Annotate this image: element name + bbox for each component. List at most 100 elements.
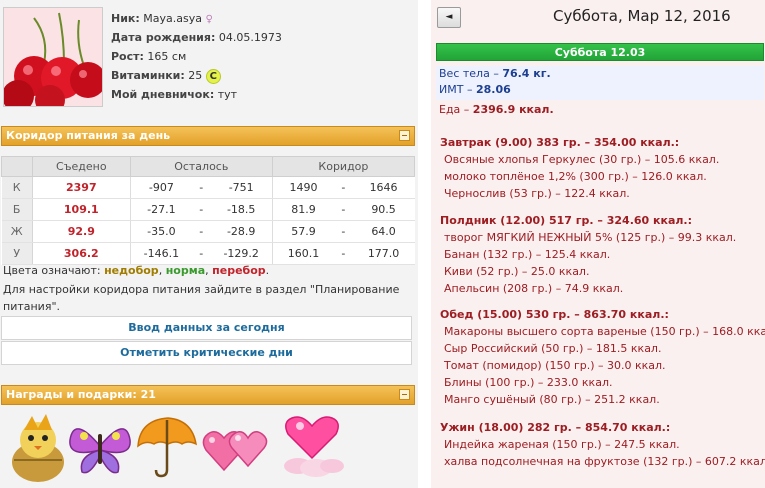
range-dash: - — [192, 198, 211, 221]
height-row: Рост: 165 см — [111, 47, 282, 66]
corridor-max-value: 64.0 — [352, 220, 415, 243]
settings-hint: Для настройки коридора питания зайдите в… — [3, 283, 400, 313]
list-item: Макароны высшего сорта вареные (150 гр.)… — [444, 325, 765, 338]
range-dash: - — [334, 198, 353, 221]
cherries-avatar-icon[interactable] — [3, 7, 103, 107]
corridor-max-value: 90.5 — [352, 198, 415, 221]
list-item: халва подсолнечная на фруктозе (132 гр.)… — [444, 455, 765, 468]
meal-header: Завтрак (9.00) 383 гр. – 354.00 ккал.: — [440, 136, 680, 149]
table-row: Ж 92.9 -35.0 - -28.9 57.9 - 64.0 — [1, 220, 415, 243]
corridor-table: Съедено Осталось Коридор К 2397 -907 - -… — [1, 156, 416, 265]
legend-prefix: Цвета означают: — [3, 264, 101, 277]
list-item: Томат (помидор) (150 гр.) – 30.0 ккал. — [444, 359, 666, 372]
rewards-panel-header[interactable]: Награды и подарки: 21 — [1, 385, 415, 405]
bmi-label: ИМТ — [439, 83, 464, 96]
bmi-dash: – — [466, 83, 473, 96]
bmi-row: ИМТ – 28.06 — [439, 82, 764, 98]
nick-label: Ник: — [111, 12, 140, 25]
meal-dinner: Ужин (18.00) 282 гр. – 854.70 ккал.: Инд… — [440, 419, 765, 470]
corridor-max-value: 1646 — [352, 176, 415, 199]
profile-block: Ник: Maya.asya ♀ Дата рождения: 04.05.19… — [0, 0, 418, 118]
weight-dash: – — [493, 67, 499, 80]
table-row: У 306.2 -146.1 - -129.2 160.1 - 177.0 — [1, 242, 415, 265]
legend-over: перебор — [212, 264, 266, 277]
corridor-min-value: 81.9 — [271, 198, 335, 221]
prev-day-button[interactable]: ◄ — [437, 7, 461, 28]
day-title: Суббота, Мар 12, 2016 — [553, 7, 731, 25]
body-stats: Вес тела – 76.4 кг. ИМТ – 28.06 — [436, 66, 764, 100]
mark-critical-days-button[interactable]: Отметить критические дни — [1, 341, 412, 365]
height-label: Рост: — [111, 50, 144, 63]
list-item: Индейка жареная (150 гр.) – 247.5 ккал. — [444, 438, 680, 451]
heart-cloud-icon[interactable] — [276, 410, 348, 482]
table-row: Б 109.1 -27.1 - -18.5 81.9 - 90.5 — [1, 198, 415, 221]
list-item: молоко топлёное 1,2% (300 гр.) – 126.0 к… — [444, 170, 707, 183]
corridor-panel-title: Коридор питания за день — [6, 129, 171, 142]
nick-row: Ник: Maya.asya ♀ — [111, 9, 282, 28]
legend-under: недобор — [104, 264, 159, 277]
diary-link[interactable]: тут — [218, 88, 237, 101]
list-item: Апельсин (208 гр.) – 74.9 ккал. — [444, 282, 624, 295]
color-legend: Цвета означают: недобор, норма, перебор. — [3, 264, 269, 277]
two-hearts-icon[interactable] — [200, 410, 272, 482]
corridor-min-value: 57.9 — [271, 220, 335, 243]
range-dash: - — [334, 176, 353, 199]
list-item: Чернослив (53 гр.) – 122.4 ккал. — [444, 187, 630, 200]
vitamin-c-icon[interactable]: C — [205, 68, 221, 84]
weight-value: 76.4 кг. — [502, 67, 551, 80]
gifts-row — [0, 404, 418, 488]
eaten-value: 109.1 — [32, 198, 131, 221]
weight-row: Вес тела – 76.4 кг. — [439, 66, 764, 82]
list-item: Блины (100 гр.) – 233.0 ккал. — [444, 376, 613, 389]
row-label: К — [1, 176, 33, 199]
corridor-max-value: 177.0 — [352, 242, 415, 265]
left-max-value: -751 — [210, 176, 273, 199]
food-label: Еда – — [439, 103, 470, 116]
left-min-value: -907 — [130, 176, 192, 199]
range-dash: - — [334, 242, 353, 265]
header-corridor: Коридор — [271, 156, 416, 177]
legend-comma: , — [158, 264, 163, 277]
left-column: Ник: Maya.asya ♀ Дата рождения: 04.05.19… — [0, 0, 418, 488]
meal-header: Ужин (18.00) 282 гр. – 854.70 ккал.: — [440, 421, 671, 434]
row-label: Б — [1, 198, 33, 221]
list-item: Овсяные хлопья Геркулес (30 гр.) – 105.6… — [444, 153, 720, 166]
meal-header: Полдник (12.00) 517 гр. – 324.60 ккал.: — [440, 214, 693, 227]
table-row: К 2397 -907 - -751 1490 - 1646 — [1, 176, 415, 199]
food-value: 2396.9 ккал. — [472, 103, 554, 116]
diary-label: Мой дневничок: — [111, 88, 215, 101]
umbrella-icon[interactable] — [130, 410, 202, 482]
food-total: Еда – 2396.9 ккал. — [439, 103, 554, 116]
list-item: творог МЯГКИЙ НЕЖНЫЙ 5% (125 гр.) – 99.3… — [444, 231, 737, 244]
eaten-value: 306.2 — [32, 242, 131, 265]
list-item: Банан (132 гр.) – 125.4 ккал. — [444, 248, 611, 261]
left-max-value: -28.9 — [210, 220, 273, 243]
meal-breakfast: Завтрак (9.00) 383 гр. – 354.00 ккал.: О… — [440, 134, 760, 202]
left-min-value: -35.0 — [130, 220, 192, 243]
birth-label: Дата рождения: — [111, 31, 216, 44]
rewards-collapse-icon[interactable] — [399, 389, 410, 400]
profile-fields: Ник: Maya.asya ♀ Дата рождения: 04.05.19… — [111, 9, 282, 104]
corridor-collapse-icon[interactable] — [399, 130, 410, 141]
diary-row: Мой дневничок: тут — [111, 85, 282, 104]
eaten-value: 2397 — [32, 176, 131, 199]
corridor-min-value: 160.1 — [271, 242, 335, 265]
left-min-value: -27.1 — [130, 198, 192, 221]
legend-period: . — [265, 264, 270, 277]
vitamins-row: Витаминки: 25 C — [111, 66, 282, 85]
corridor-table-header: Съедено Осталось Коридор — [1, 156, 416, 177]
enter-today-data-button[interactable]: Ввод данных за сегодня — [1, 316, 412, 340]
header-eaten: Съедено — [31, 156, 131, 177]
height-value: 165 см — [147, 50, 187, 63]
butterfly-icon[interactable] — [64, 410, 136, 482]
range-dash: - — [192, 220, 211, 243]
left-max-value: -129.2 — [210, 242, 273, 265]
corner-cell — [1, 156, 33, 177]
left-max-value: -18.5 — [210, 198, 273, 221]
meal-header: Обед (15.00) 530 гр. – 863.70 ккал.: — [440, 308, 669, 321]
corridor-panel-header[interactable]: Коридор питания за день — [1, 126, 415, 146]
list-item: Сыр Российский (50 гр.) – 181.5 ккал. — [444, 342, 662, 355]
header-left: Осталось — [129, 156, 273, 177]
legend-norm: норма — [165, 264, 206, 277]
nick-value[interactable]: Maya.asya — [143, 12, 202, 25]
